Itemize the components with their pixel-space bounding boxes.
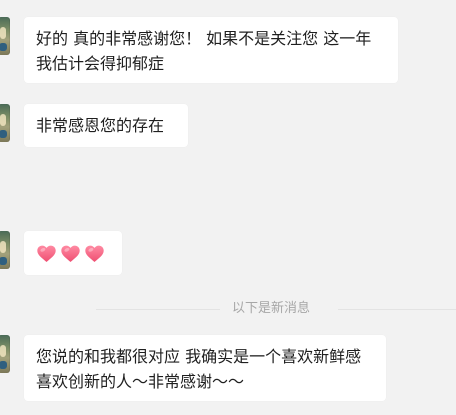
- message-row: 非常感恩您的存在: [0, 104, 456, 149]
- avatar[interactable]: [0, 17, 10, 55]
- heart-icon: [85, 245, 104, 263]
- message-bubble[interactable]: 您说的和我都很对应 我确实是一个喜欢新鲜感 喜欢创新的人～非常感谢～～: [24, 335, 386, 401]
- avatar[interactable]: [0, 231, 10, 269]
- divider-line-left: [96, 309, 220, 310]
- new-messages-divider: 以下是新消息: [0, 299, 456, 319]
- avatar[interactable]: [0, 104, 10, 142]
- message-row: [0, 231, 456, 275]
- message-bubble[interactable]: 非常感恩您的存在: [24, 104, 188, 147]
- message-text: 您说的和我都很对应 我确实是一个喜欢新鲜感 喜欢创新的人～非常感谢～～: [36, 347, 362, 391]
- message-row: 好的 真的非常感谢您！ 如果不是关注您 这一年我估计会得抑郁症: [0, 17, 456, 85]
- heart-icon: [61, 245, 80, 263]
- heart-icon: [37, 245, 56, 263]
- message-row: 您说的和我都很对应 我确实是一个喜欢新鲜感 喜欢创新的人～非常感谢～～: [0, 335, 456, 403]
- message-text: 非常感恩您的存在: [36, 116, 165, 135]
- chat-window: 好的 真的非常感谢您！ 如果不是关注您 这一年我估计会得抑郁症 非常感恩您的存在: [0, 0, 456, 415]
- message-bubble[interactable]: 好的 真的非常感谢您！ 如果不是关注您 这一年我估计会得抑郁症: [24, 17, 398, 83]
- emoji-message-bubble[interactable]: [24, 231, 122, 275]
- new-messages-label: 以下是新消息: [232, 301, 311, 316]
- avatar[interactable]: [0, 335, 10, 373]
- message-text: 好的 真的非常感谢您！ 如果不是关注您 这一年我估计会得抑郁症: [36, 29, 372, 73]
- divider-line-right: [338, 309, 456, 310]
